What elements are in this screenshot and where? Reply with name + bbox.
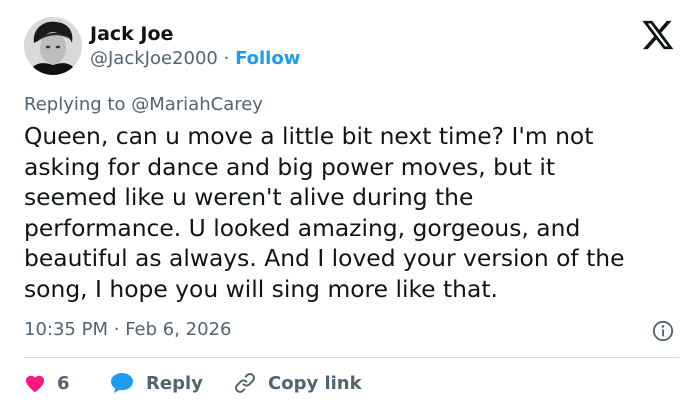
reply-button[interactable]: Reply <box>109 369 203 397</box>
author-handle-line: @JackJoe2000 · Follow <box>90 47 300 71</box>
like-count: 6 <box>57 372 70 394</box>
replying-prefix: Replying to <box>24 94 126 115</box>
like-button[interactable]: 6 <box>24 369 70 397</box>
x-logo-icon[interactable] <box>641 19 675 51</box>
tweet-text-line: song, I hope you will sing more like tha… <box>24 274 498 303</box>
tweet-date: Feb 6, 2026 <box>125 319 232 340</box>
handle-separator: · <box>223 48 230 69</box>
tweet-text-line: performance. U looked amazing, gorgeous,… <box>24 213 581 242</box>
author-name[interactable]: Jack Joe <box>90 22 173 46</box>
replying-mention[interactable]: @MariahCarey <box>131 94 263 115</box>
avatar[interactable] <box>24 17 82 75</box>
tweet-text-line: beautiful as always. And I loved your ve… <box>24 244 625 272</box>
tweet-time: 10:35 PM <box>24 319 108 340</box>
divider <box>24 357 679 358</box>
copy-link-button[interactable]: Copy link <box>233 369 362 397</box>
reply-label: Reply <box>146 372 203 394</box>
tweet-timestamp[interactable]: 10:35 PM · Feb 6, 2026 <box>24 317 231 343</box>
link-icon <box>235 373 255 393</box>
tweet-text: Queen, can u move a little bit next time… <box>24 121 684 304</box>
tweet-text-line: Queen, can u move a little bit next time… <box>24 122 594 150</box>
tweet-text-line: asking for dance and big power moves, bu… <box>24 152 556 181</box>
tweet-text-line: seemed like u weren't alive during the <box>24 183 474 211</box>
replying-to: Replying to @MariahCarey <box>24 92 263 118</box>
meta-separator: · <box>113 319 120 340</box>
info-icon[interactable] <box>652 320 674 342</box>
reply-bubble-icon <box>111 373 133 393</box>
heart-icon <box>25 375 45 393</box>
copy-link-label: Copy link <box>268 372 362 394</box>
author-handle[interactable]: @JackJoe2000 <box>90 48 218 69</box>
tweet-card: Jack Joe @JackJoe2000 · Follow Replying … <box>0 0 700 410</box>
avatar-image <box>24 17 82 75</box>
follow-button[interactable]: Follow <box>235 48 300 69</box>
